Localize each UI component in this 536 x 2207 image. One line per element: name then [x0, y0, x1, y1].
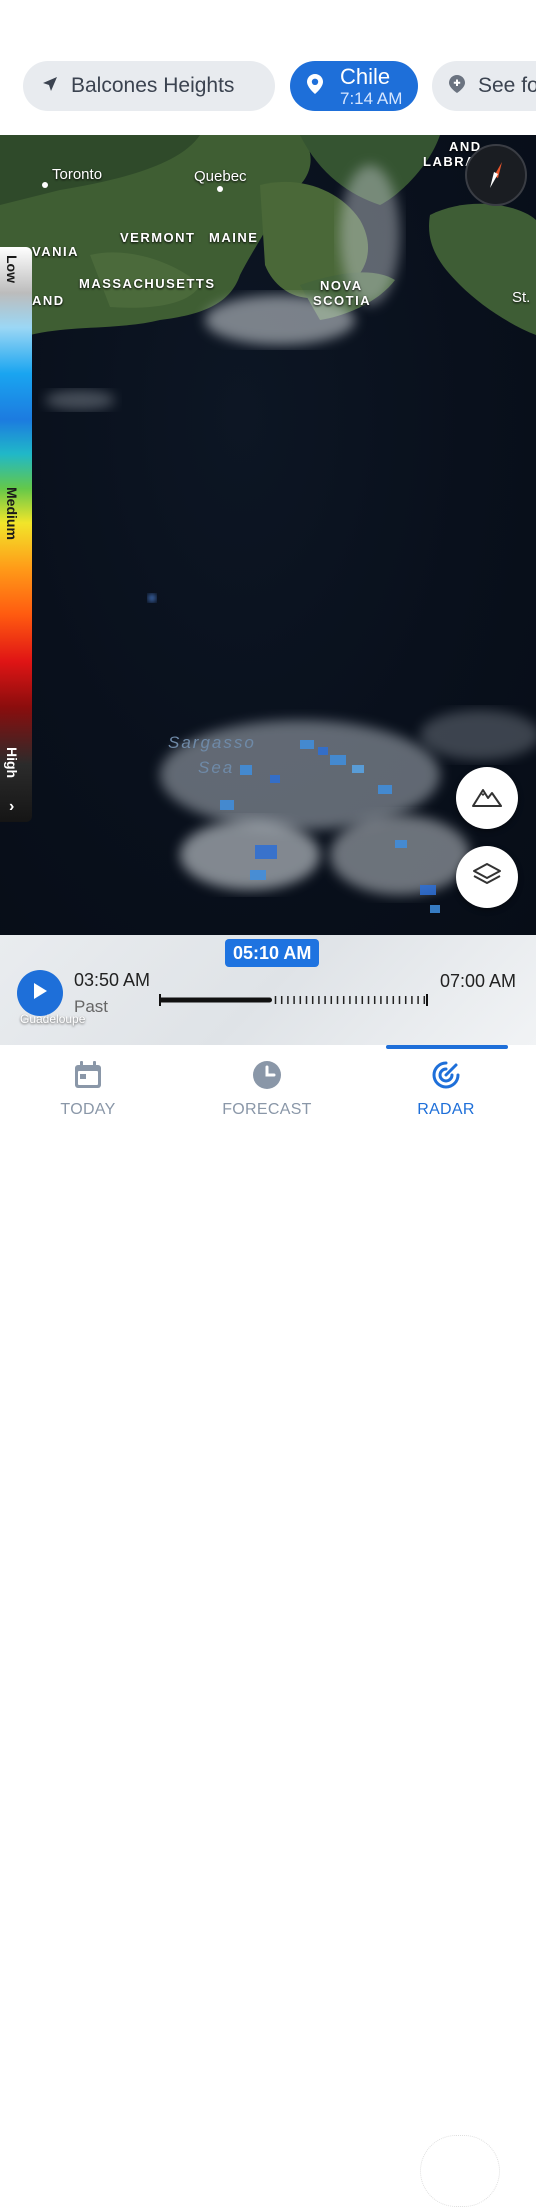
toronto-marker: [42, 182, 48, 188]
legend-medium-label: Medium: [4, 487, 20, 540]
map-label-vermont: VERMONT: [120, 230, 196, 245]
bottom-navigation: TODAY FORECAST RADAR: [0, 1045, 536, 2207]
current-location-label: Balcones Heights: [71, 74, 235, 97]
clock-icon: [187, 1059, 347, 1091]
selected-location-time: 7:14 AM: [340, 88, 403, 108]
quebec-marker: [217, 186, 223, 192]
legend-high-label: High: [4, 747, 20, 779]
tab-forecast-label: FORECAST: [222, 1101, 312, 1118]
map-label-st: St.: [512, 289, 531, 306]
legend-expand-icon[interactable]: ›: [9, 798, 14, 816]
mountain-icon: [472, 785, 502, 812]
map-label-toronto: Toronto: [52, 166, 103, 183]
navigation-arrow-icon: [41, 75, 59, 98]
timeline-end-time: 07:00 AM: [440, 971, 517, 991]
compass-button[interactable]: [465, 144, 527, 206]
radar-map[interactable]: Toronto Quebec VERMONT MAINE VANIA MASSA…: [0, 135, 536, 935]
location-pin-icon: [306, 73, 324, 100]
calendar-icon: [8, 1059, 168, 1091]
selected-location-chip[interactable]: Chile 7:14 AM: [290, 61, 418, 111]
map-label-vania: VANIA: [32, 244, 79, 259]
map-label-sea: Sea: [198, 758, 235, 777]
watermark-badge: [420, 2135, 500, 2207]
location-bar: Balcones Heights Chile 7:14 AM See fo: [0, 0, 536, 135]
timeline-start-time: 03:50 AM: [74, 970, 151, 990]
radar-intensity-legend[interactable]: Low Medium High ›: [0, 247, 32, 822]
play-icon: [31, 981, 49, 1006]
map-label-massachusetts: MASSACHUSETTS: [79, 276, 216, 291]
map-label-quebec: Quebec: [194, 168, 247, 185]
map-background: [0, 135, 536, 913]
radar-icon: [366, 1059, 526, 1091]
compass-icon: [467, 162, 525, 208]
terrain-button[interactable]: [456, 767, 518, 829]
play-button[interactable]: [17, 970, 63, 1016]
active-tab-indicator: [386, 1045, 508, 1049]
layers-button[interactable]: [456, 846, 518, 908]
map-label-guadeloupe: Guadeloupe: [20, 1012, 86, 1026]
map-label-nova: NOVA: [320, 278, 363, 293]
timeline-slider[interactable]: [159, 992, 429, 1008]
tab-radar-label: RADAR: [417, 1101, 475, 1118]
radar-timeline: 05:10 AM 03:50 AM Past 07:00 AM Guadelou…: [0, 935, 536, 1045]
add-location-chip[interactable]: See fo: [432, 61, 536, 111]
tab-radar[interactable]: RADAR: [366, 1059, 526, 1119]
map-label-sargasso: Sargasso: [168, 733, 256, 752]
tab-today-label: TODAY: [60, 1101, 116, 1118]
legend-low-label: Low: [4, 255, 20, 283]
map-label-scotia: SCOTIA: [313, 293, 372, 308]
current-frame-time: 05:10 AM: [225, 939, 320, 967]
add-location-label: See fo: [478, 74, 536, 97]
current-location-chip[interactable]: Balcones Heights: [23, 61, 275, 111]
tab-forecast[interactable]: FORECAST: [187, 1059, 347, 1119]
map-label-maine: MAINE: [209, 230, 259, 245]
add-location-icon: [448, 74, 466, 99]
map-label-and-left: AND: [32, 293, 65, 308]
tab-today[interactable]: TODAY: [8, 1059, 168, 1119]
layers-icon: [472, 860, 502, 895]
selected-location-name: Chile: [340, 63, 391, 89]
